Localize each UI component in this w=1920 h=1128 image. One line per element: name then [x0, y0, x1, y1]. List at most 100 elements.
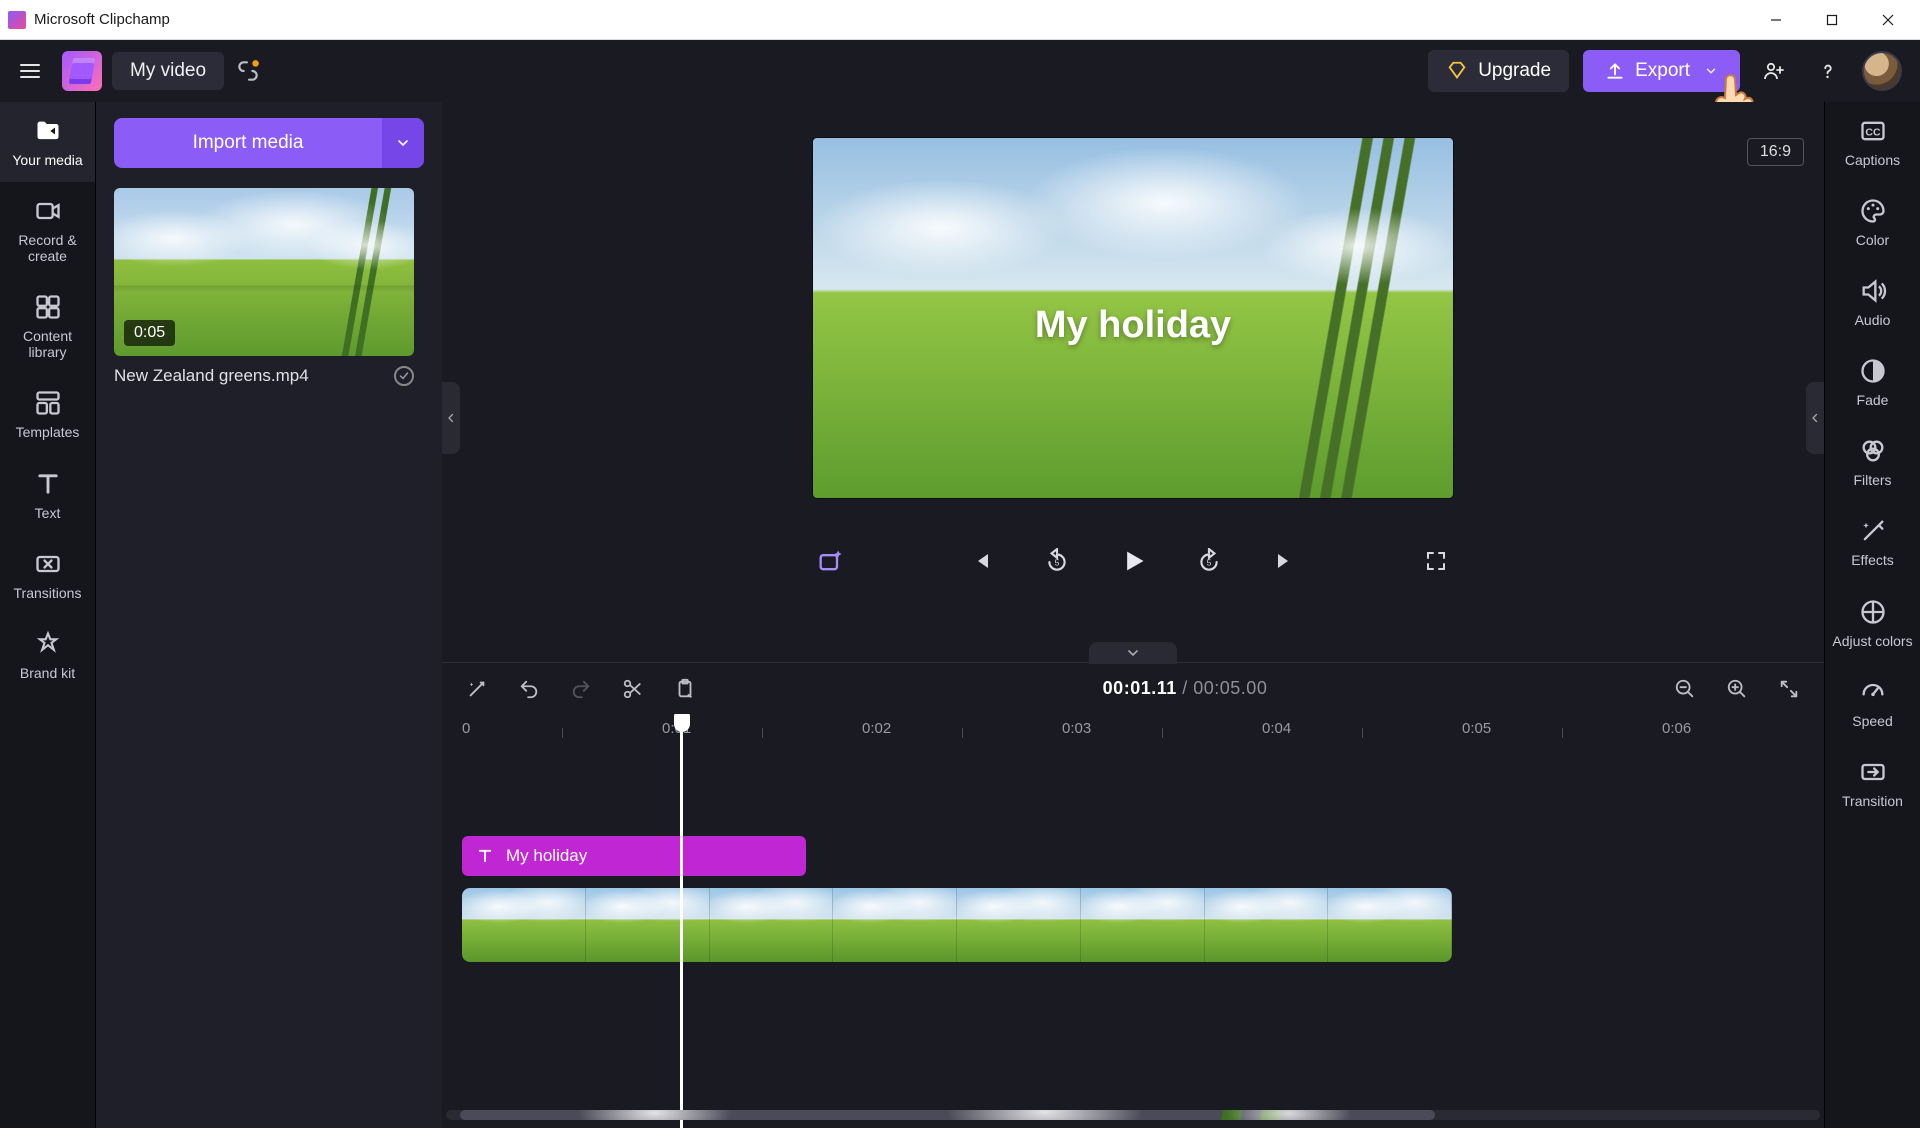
property-item-adjust-colors[interactable]: Adjust colors [1825, 583, 1920, 663]
preview-text-overlay: My holiday [813, 304, 1453, 347]
window-minimize-button[interactable] [1748, 0, 1804, 40]
play-button[interactable] [1116, 544, 1150, 578]
effects-icon [1858, 516, 1888, 546]
project-name-field[interactable]: My video [112, 52, 224, 90]
property-item-effects[interactable]: Effects [1825, 502, 1920, 582]
property-item-label: Effects [1851, 552, 1894, 568]
video-clip[interactable] [462, 888, 1452, 962]
property-item-captions[interactable]: CC Captions [1825, 102, 1920, 182]
timeline-tracks[interactable]: My holiday [442, 836, 1824, 1036]
ruler-minor-tick [1362, 728, 1363, 738]
media-item[interactable]: 0:05 New Zealand greens.mp4 [114, 188, 414, 386]
collapse-timeline-button[interactable] [1089, 642, 1177, 664]
upgrade-button[interactable]: Upgrade [1428, 50, 1569, 92]
property-item-speed[interactable]: Speed [1825, 663, 1920, 743]
ruler-tick: 0:03 [1062, 720, 1091, 737]
sidebar-item-label: Content library [4, 328, 91, 360]
timeline-ruler[interactable]: 00:010:020:030:040:050:06 [442, 720, 1824, 750]
collapse-left-panel-button[interactable] [442, 382, 460, 454]
collapse-right-panel-button[interactable] [1806, 382, 1824, 454]
sync-off-icon[interactable] [234, 57, 262, 85]
timeline-scrollbar-thumb[interactable] [460, 1110, 1436, 1120]
ruler-tick: 0 [462, 720, 470, 737]
property-item-transition[interactable]: Transition [1825, 743, 1920, 823]
right-rail: CC Captions ColorAudioFade Filters Effects Ad… [1824, 102, 1920, 1128]
video-clip-frame [586, 888, 710, 962]
sidebar-item-label: Your media [12, 152, 82, 168]
timeline[interactable]: 00:010:020:030:040:050:06 My holiday [442, 714, 1824, 1128]
clipchamp-logo-icon [62, 51, 102, 91]
video-clip-frame [710, 888, 834, 962]
upgrade-label: Upgrade [1478, 60, 1551, 82]
import-media-button[interactable]: Import media [114, 118, 424, 168]
timeline-scrollbar[interactable] [446, 1110, 1820, 1120]
record-create-icon [33, 196, 63, 226]
property-item-filters[interactable]: Filters [1825, 422, 1920, 502]
video-preview[interactable]: My holiday [813, 138, 1453, 498]
split-button[interactable] [618, 674, 648, 704]
media-thumbnail[interactable]: 0:05 [114, 188, 414, 356]
transitions-icon [33, 549, 63, 579]
property-item-label: Adjust colors [1832, 633, 1912, 649]
ruler-tick: 0:04 [1262, 720, 1291, 737]
skip-end-button[interactable] [1268, 544, 1302, 578]
playhead[interactable] [680, 714, 683, 1128]
skip-start-button[interactable] [964, 544, 998, 578]
sidebar-item-templates[interactable]: Templates [0, 374, 95, 454]
import-media-dropdown[interactable] [382, 118, 424, 168]
zoom-in-button[interactable] [1722, 674, 1752, 704]
property-item-color[interactable]: Color [1825, 182, 1920, 262]
rewind-5s-button[interactable]: 5 [1040, 544, 1074, 578]
ruler-tick: 0:02 [862, 720, 891, 737]
sidebar-item-transitions[interactable]: Transitions [0, 535, 95, 615]
text-clip[interactable]: My holiday [462, 836, 806, 876]
sidebar-item-brand-kit[interactable]: Brand kit [0, 615, 95, 695]
fullscreen-button[interactable] [1419, 544, 1453, 578]
property-item-fade[interactable]: Fade [1825, 342, 1920, 422]
svg-text:5: 5 [1055, 557, 1060, 567]
ruler-minor-tick [1162, 728, 1163, 738]
fit-timeline-button[interactable] [1774, 674, 1804, 704]
sidebar-item-content-library[interactable]: Content library [0, 278, 95, 374]
diamond-icon [1446, 60, 1468, 82]
import-media-label: Import media [193, 132, 304, 154]
sidebar-item-record-create[interactable]: Record & create [0, 182, 95, 278]
ruler-minor-tick [562, 728, 563, 738]
ruler-tick: 0:05 [1462, 720, 1491, 737]
video-clip-frame [1328, 888, 1452, 962]
sidebar-item-label: Brand kit [20, 665, 75, 681]
undo-button[interactable] [514, 674, 544, 704]
your-media-icon [33, 116, 63, 146]
sidebar-item-your-media[interactable]: Your media [0, 102, 95, 182]
aspect-ratio-button[interactable]: 16:9 [1747, 138, 1804, 166]
captions-icon: CC [1858, 116, 1888, 146]
center-area: 16:9 My holiday 5 [442, 102, 1824, 1128]
ai-enhance-button[interactable] [813, 544, 847, 578]
redo-button[interactable] [566, 674, 596, 704]
zoom-out-button[interactable] [1670, 674, 1700, 704]
help-button[interactable] [1808, 51, 1848, 91]
sidebar-item-text[interactable]: Text [0, 455, 95, 535]
video-clip-frame [1081, 888, 1205, 962]
svg-text:CC: CC [1865, 127, 1881, 139]
export-label: Export [1635, 60, 1690, 82]
media-panel: Import media 0:05 New Zealand greens.mp4 [96, 102, 442, 1128]
user-avatar[interactable] [1862, 51, 1902, 91]
auto-enhance-button[interactable] [462, 674, 492, 704]
property-item-label: Filters [1853, 472, 1891, 488]
current-time: 00:01.11 [1103, 678, 1177, 698]
property-item-audio[interactable]: Audio [1825, 262, 1920, 342]
clipboard-button[interactable] [670, 674, 700, 704]
chevron-down-icon [1704, 64, 1718, 78]
sidebar-item-label: Templates [16, 424, 80, 440]
app-logo-icon [8, 11, 26, 29]
invite-button[interactable] [1754, 51, 1794, 91]
menu-button[interactable] [8, 49, 52, 93]
ruler-minor-tick [962, 728, 963, 738]
window-close-button[interactable] [1860, 0, 1916, 40]
media-filename: New Zealand greens.mp4 [114, 366, 309, 386]
window-maximize-button[interactable] [1804, 0, 1860, 40]
export-button[interactable]: Export [1583, 50, 1740, 92]
forward-5s-button[interactable]: 5 [1192, 544, 1226, 578]
property-item-label: Captions [1845, 152, 1900, 168]
